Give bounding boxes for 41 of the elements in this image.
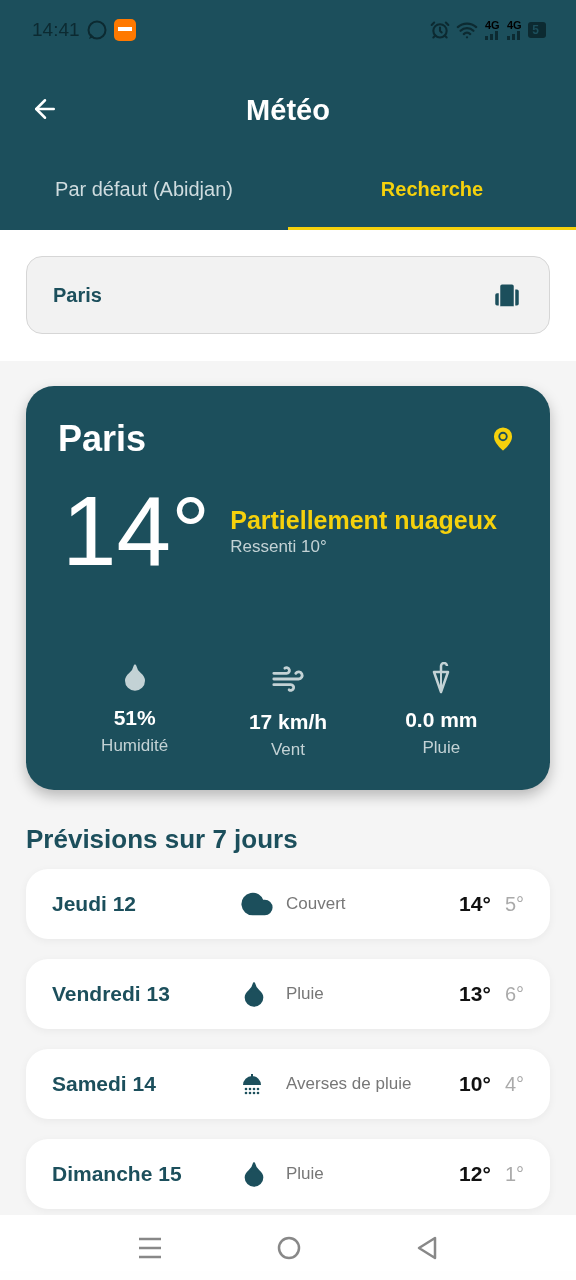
stat-label: Humidité <box>101 736 169 756</box>
high-temperature: 10° <box>459 1072 491 1096</box>
feels-like: Ressenti 10° <box>230 536 328 557</box>
wifi-icon <box>456 19 479 41</box>
weather-condition: Partiellement nuageux <box>230 505 497 535</box>
closed-umbrella-icon <box>431 662 452 694</box>
alarm-icon <box>430 20 451 40</box>
stat-label: Vent <box>270 740 305 760</box>
city-name: Paris <box>58 418 147 460</box>
tab[interactable]: Par défaut (Abidjan) <box>0 160 288 230</box>
signal-indicator: 4G <box>484 20 501 40</box>
stat-value: 17 km/h <box>248 710 328 734</box>
forecast-day: Samedi 14 <box>52 1072 240 1096</box>
forecast-day: Vendredi 13 <box>52 982 240 1006</box>
stat-value: 51% <box>113 706 156 730</box>
chat-app-icon <box>85 19 108 41</box>
back-icon[interactable] <box>416 1235 439 1260</box>
forecast-condition: Pluie <box>286 1164 325 1184</box>
current-temperature: 14° <box>62 482 211 580</box>
stat-value: 0.0 mm <box>405 708 478 732</box>
signal-indicator: 4G <box>506 20 523 40</box>
low-temperature: 5° <box>504 892 524 916</box>
forecast-day: Dimanche 15 <box>52 1162 240 1186</box>
low-temperature: 6° <box>504 982 524 1006</box>
high-temperature: 14° <box>459 892 491 916</box>
forecast-condition: Couvert <box>286 894 347 914</box>
menu-icon[interactable] <box>137 1236 162 1259</box>
forecast-condition: Pluie <box>286 984 325 1004</box>
stat-label: Pluie <box>422 738 461 758</box>
high-temperature: 13° <box>459 982 491 1006</box>
screen-title: Météo <box>246 93 330 127</box>
low-temperature: 4° <box>504 1072 524 1096</box>
forecast-day: Jeudi 12 <box>52 892 240 916</box>
home-icon[interactable] <box>277 1235 301 1260</box>
forecast-condition: Averses de pluie <box>286 1074 413 1094</box>
section-title: Prévisions sur 7 jours <box>26 824 299 855</box>
shower-icon <box>240 1071 264 1097</box>
search-field[interactable]: Paris <box>26 256 550 334</box>
low-temperature: 1° <box>504 1162 524 1186</box>
high-temperature: 12° <box>459 1162 491 1186</box>
app-notification-icon <box>113 19 136 41</box>
